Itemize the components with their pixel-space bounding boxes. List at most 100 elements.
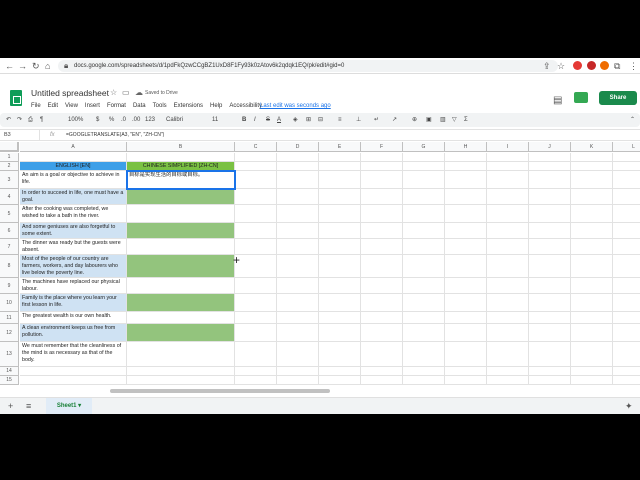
cell[interactable] — [529, 342, 571, 367]
cell[interactable] — [277, 205, 319, 223]
menu-accessibility[interactable]: Accessibility — [229, 101, 262, 111]
column-header-a[interactable]: A — [20, 142, 127, 152]
cell[interactable] — [571, 153, 613, 162]
cell[interactable] — [361, 205, 403, 223]
row-header[interactable]: 15 — [0, 376, 19, 385]
cell[interactable] — [613, 239, 640, 255]
menu-insert[interactable]: Insert — [85, 101, 100, 111]
cell[interactable] — [403, 294, 445, 312]
menu-file[interactable]: File — [31, 101, 41, 111]
address-bar[interactable]: 🔒︎ docs.google.com/spreadsheets/d/1pdFkQ… — [58, 60, 558, 72]
cell[interactable] — [571, 278, 613, 294]
column-header-i[interactable]: I — [487, 142, 529, 152]
cell[interactable] — [361, 294, 403, 312]
cell[interactable] — [235, 255, 277, 278]
cell[interactable] — [361, 255, 403, 278]
row-header[interactable]: 6 — [0, 223, 19, 239]
cell[interactable] — [487, 189, 529, 205]
cell[interactable] — [445, 223, 487, 239]
cell[interactable] — [613, 312, 640, 324]
chinese-cell[interactable] — [127, 205, 235, 223]
more-formats-button[interactable]: 123 — [145, 113, 155, 127]
add-sheet-icon[interactable]: + — [8, 398, 13, 414]
cell[interactable] — [319, 205, 361, 223]
cell[interactable] — [445, 171, 487, 189]
vertical-align-icon[interactable]: ⊥ — [356, 113, 361, 127]
tab-sheet1[interactable]: Sheet1 ▾ — [46, 398, 92, 414]
cell[interactable] — [277, 162, 319, 171]
cell[interactable] — [361, 376, 403, 385]
row-header[interactable]: 5 — [0, 205, 19, 223]
menu-format[interactable]: Format — [107, 101, 126, 111]
cell[interactable] — [487, 312, 529, 324]
row-header[interactable]: 8 — [0, 255, 19, 278]
cell[interactable] — [235, 367, 277, 376]
cell[interactable] — [403, 162, 445, 171]
share-button[interactable]: Share — [599, 91, 637, 105]
column-header-e[interactable]: E — [319, 142, 361, 152]
cell[interactable] — [277, 239, 319, 255]
font-size-select[interactable]: 11 — [212, 113, 218, 127]
paint-format-icon[interactable]: ¶ — [40, 113, 43, 127]
english-cell[interactable]: The greatest wealth is our own health. — [20, 312, 127, 324]
cell[interactable] — [361, 171, 403, 189]
cell[interactable] — [445, 162, 487, 171]
cell[interactable] — [571, 223, 613, 239]
cell[interactable] — [571, 171, 613, 189]
cell[interactable] — [319, 239, 361, 255]
cell[interactable] — [571, 376, 613, 385]
bold-icon[interactable]: B — [242, 113, 246, 127]
text-rotation-icon[interactable]: ↗ — [392, 113, 397, 127]
cell[interactable] — [235, 294, 277, 312]
extension-icon[interactable] — [587, 61, 596, 70]
cell[interactable] — [613, 205, 640, 223]
cell[interactable] — [361, 324, 403, 342]
row-header[interactable]: 1 — [0, 153, 19, 162]
cell[interactable] — [571, 342, 613, 367]
extension-icon[interactable] — [600, 61, 609, 70]
decrease-decimal-button[interactable]: .0 — [121, 113, 126, 127]
cell[interactable] — [529, 255, 571, 278]
english-cell[interactable]: The machines have replaced our physical … — [20, 278, 127, 294]
cell[interactable] — [613, 171, 640, 189]
cell[interactable] — [235, 239, 277, 255]
cell[interactable] — [529, 324, 571, 342]
cell[interactable] — [319, 342, 361, 367]
cell[interactable] — [445, 367, 487, 376]
cell[interactable] — [277, 153, 319, 162]
row-header[interactable]: 2 — [0, 162, 19, 171]
cell[interactable] — [319, 367, 361, 376]
text-color-icon[interactable]: A — [277, 113, 281, 127]
chinese-cell[interactable] — [127, 189, 235, 205]
cell[interactable] — [571, 294, 613, 312]
column-header-k[interactable]: K — [571, 142, 613, 152]
chinese-cell[interactable] — [127, 223, 235, 239]
english-cell[interactable]: The dinner was ready but the guests were… — [20, 239, 127, 255]
cell[interactable] — [277, 312, 319, 324]
cell[interactable] — [487, 205, 529, 223]
strikethrough-icon[interactable]: S — [266, 113, 270, 127]
english-cell[interactable]: An aim is a goal or objective to achieve… — [20, 171, 127, 189]
cell[interactable] — [235, 205, 277, 223]
cell[interactable] — [613, 376, 640, 385]
cell[interactable] — [571, 162, 613, 171]
document-title[interactable]: Untitled spreadsheet — [31, 88, 109, 98]
cell[interactable] — [487, 324, 529, 342]
cell[interactable] — [235, 376, 277, 385]
star-icon[interactable]: ☆ — [110, 88, 117, 97]
cell[interactable] — [127, 153, 235, 162]
cell[interactable] — [529, 312, 571, 324]
column-header-g[interactable]: G — [403, 142, 445, 152]
filter-icon[interactable]: ▽ — [452, 113, 457, 127]
chinese-cell[interactable]: 目标是实现生活的目标或目标。 — [126, 170, 236, 190]
cell[interactable] — [613, 294, 640, 312]
cell[interactable] — [529, 205, 571, 223]
english-cell[interactable]: In order to succeed in life, one must ha… — [20, 189, 127, 205]
cell[interactable] — [319, 162, 361, 171]
functions-icon[interactable]: Σ — [464, 113, 468, 127]
chinese-cell[interactable] — [127, 255, 235, 278]
cell[interactable] — [613, 223, 640, 239]
cell[interactable] — [487, 223, 529, 239]
row-header[interactable]: 9 — [0, 278, 19, 294]
cell[interactable] — [487, 294, 529, 312]
